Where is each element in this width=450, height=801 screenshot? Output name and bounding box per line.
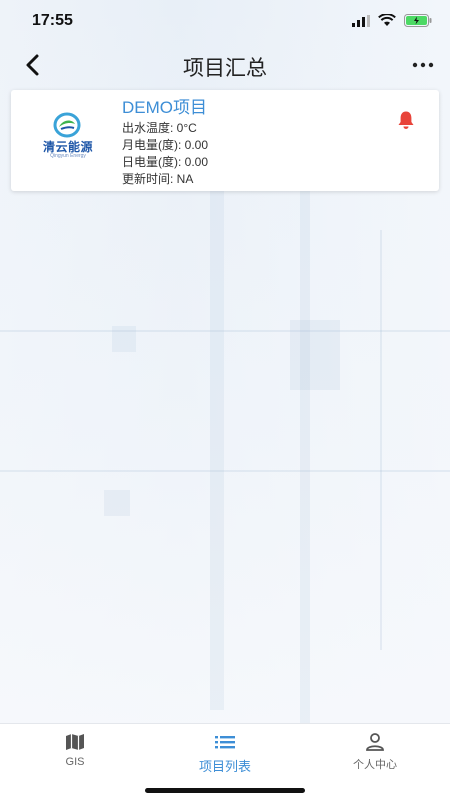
nav-bar: 项目汇总 [0, 44, 450, 86]
background-decoration [0, 330, 450, 332]
background-decoration [210, 190, 224, 710]
outlet-water-temperature: 出水温度: 0°C [122, 121, 197, 135]
tab-label: 个人中心 [353, 759, 397, 771]
tab-gis[interactable]: GIS [20, 732, 130, 768]
tab-personal-center[interactable]: 个人中心 [320, 732, 430, 772]
background-decoration [112, 326, 136, 352]
map-icon [66, 734, 84, 750]
background-decoration [0, 470, 450, 472]
project-name[interactable]: DEMO项目 [122, 98, 208, 118]
background-decoration [290, 320, 340, 390]
status-bar: 17:55 [0, 0, 450, 44]
list-icon [215, 736, 235, 749]
tab-label: 项目列表 [198, 759, 251, 774]
monthly-electricity: 月电量(度): 0.00 [122, 138, 209, 152]
person-icon [366, 733, 384, 751]
status-time: 17:55 [32, 12, 73, 29]
more-icon[interactable] [412, 56, 434, 74]
project-card[interactable]: 清云能源 Qingyun Energy DEMO项目 出水温度: 0°C 月电量… [11, 90, 439, 191]
battery-icon [404, 14, 432, 27]
logo-icon [53, 112, 81, 138]
tab-project-list[interactable]: 项目列表 [170, 732, 280, 775]
background-decoration [300, 190, 310, 730]
project-info: DEMO项目 出水温度: 0°C 月电量(度): 0.00 日电量(度): 0.… [122, 98, 208, 188]
background-decoration [104, 490, 130, 516]
wifi-icon [378, 14, 396, 26]
home-indicator [145, 788, 305, 793]
tab-label: GIS [65, 756, 85, 768]
status-icons [352, 14, 432, 27]
background-decoration [380, 230, 382, 650]
project-logo: 清云能源 Qingyun Energy [37, 112, 99, 168]
daily-electricity: 日电量(度): 0.00 [122, 155, 209, 169]
update-time: 更新时间: NA [122, 172, 194, 186]
logo-subtext: Qingyun Energy [50, 153, 86, 159]
page-title: 项目汇总 [183, 57, 267, 80]
alarm-bell-icon[interactable] [397, 110, 415, 130]
signal-icon [352, 14, 370, 27]
